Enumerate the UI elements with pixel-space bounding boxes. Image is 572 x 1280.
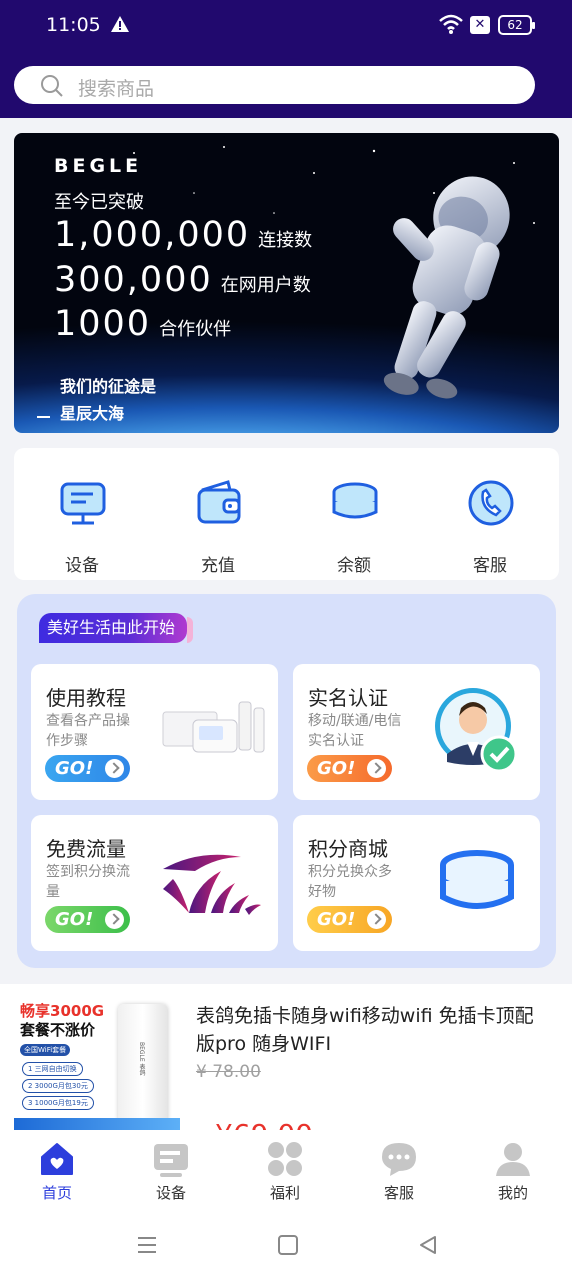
home-square-icon[interactable] <box>277 1234 299 1256</box>
tab-home[interactable]: 首页 <box>0 1130 114 1210</box>
tab-welfare[interactable]: 福利 <box>228 1130 342 1210</box>
quick-action-balance[interactable]: 余额 <box>286 448 422 580</box>
monitor-icon <box>60 482 106 525</box>
thumb-headline: 畅享3000G 套餐不涨价 <box>20 1002 105 1039</box>
stat-value: 300,000 <box>54 260 213 300</box>
carousel-indicator <box>37 416 50 418</box>
wifi-devices-illustration <box>162 701 265 753</box>
banner-slogan: 星辰大海 <box>60 404 125 423</box>
stat-label: 连接数 <box>258 230 313 251</box>
card-verification[interactable]: 实名认证 移动/联通/电信实名认证 GO! <box>293 664 540 800</box>
signal-waves-illustration <box>163 854 261 915</box>
arrow-right-icon <box>367 759 386 778</box>
user-icon <box>496 1143 530 1176</box>
quick-action-label: 客服 <box>473 556 507 576</box>
banner-stat: 300,000 在网用户数 <box>54 260 311 300</box>
card-tutorial[interactable]: 使用教程 查看各产品操作步骤 GO! <box>31 664 278 800</box>
banner-intro: 至今已突破 <box>54 192 144 213</box>
go-button[interactable]: GO! <box>45 906 130 933</box>
card-free-data[interactable]: 免费流量 签到积分换流量 GO! <box>31 815 278 951</box>
stat-value: 1000 <box>54 304 152 344</box>
tab-mine[interactable]: 我的 <box>456 1130 570 1210</box>
tab-label: 我的 <box>497 1184 528 1202</box>
arrow-right-icon <box>105 759 124 778</box>
arrow-right-icon <box>367 910 386 929</box>
card-title: 实名认证 <box>308 686 388 710</box>
product-old-price: ¥ 78.00 <box>196 1062 261 1082</box>
stat-value: 1,000,000 <box>54 215 251 255</box>
quick-action-service[interactable]: 客服 <box>422 448 558 580</box>
banner-slogan: 我们的征途是 <box>60 377 157 396</box>
card-points-mall[interactable]: 积分商城 积分兑换众多好物 GO! <box>293 815 540 951</box>
product-title: 表鸽免插卡随身wifi移动wifi 免插卡顶配版pro 随身WIFI <box>196 1005 534 1055</box>
arrow-right-icon <box>105 910 124 929</box>
tab-service[interactable]: 客服 <box>342 1130 456 1210</box>
usb-wifi-stick: BEGLE 表鸽 <box>118 1004 168 1128</box>
back-icon[interactable] <box>417 1234 439 1256</box>
coin-stack-illustration <box>440 850 514 909</box>
thumb-base <box>14 1118 180 1130</box>
thumb-line: 3 1000G月包19元 <box>22 1096 94 1110</box>
quick-action-device[interactable]: 设备 <box>14 448 150 580</box>
astronaut-illustration <box>383 176 510 399</box>
promo-section: 美好生活由此开始 使用教程 查看各产品操作步骤 GO! 实名认证 移动/联通/电… <box>17 594 556 968</box>
search-input[interactable]: 搜索商品 <box>14 66 535 104</box>
go-button[interactable]: GO! <box>307 906 392 933</box>
menu-icon[interactable] <box>136 1234 158 1256</box>
card-desc: 签到积分换流量 <box>46 864 130 900</box>
user-verified-illustration <box>435 688 517 773</box>
quick-action-label: 充值 <box>201 556 235 576</box>
banner-stat: 1000 合作伙伴 <box>54 304 231 344</box>
card-desc: 查看各产品操作步骤 <box>46 713 130 749</box>
quick-actions: 设备 充值 余额 客服 <box>14 448 559 580</box>
wallet-icon <box>197 480 241 524</box>
status-time: 11:05 <box>46 14 101 36</box>
product-price: ¥69.00 <box>215 1118 313 1130</box>
promo-tag: 美好生活由此开始 <box>39 613 194 643</box>
quick-action-label: 余额 <box>337 556 371 576</box>
card-desc: 积分兑换众多好物 <box>308 864 392 900</box>
tab-label: 福利 <box>269 1184 300 1202</box>
tab-label: 首页 <box>41 1184 72 1202</box>
system-navbar <box>0 1210 572 1280</box>
grid-icon <box>268 1142 302 1176</box>
go-button[interactable]: GO! <box>45 755 130 782</box>
battery-icon: 62 <box>498 15 535 35</box>
card-title: 使用教程 <box>46 686 126 710</box>
status-bar: 11:05 ✕ 62 <box>0 0 572 52</box>
card-title: 免费流量 <box>46 837 126 861</box>
quick-action-label: 设备 <box>65 556 99 576</box>
banner-stat: 1,000,000 连接数 <box>54 215 312 255</box>
search-placeholder: 搜索商品 <box>78 78 155 100</box>
device-icon <box>154 1144 188 1177</box>
product-thumbnail: 畅享3000G 套餐不涨价 全国WiFi套餐 1 三网自由切换 2 3000G月包… <box>14 984 180 1130</box>
stat-label: 合作伙伴 <box>159 319 232 340</box>
thumb-chip: 全国WiFi套餐 <box>20 1044 71 1056</box>
card-title: 积分商城 <box>308 837 388 861</box>
banner-logo: BEGLE <box>54 155 143 177</box>
thumb-line: 1 三网自由切换 <box>22 1062 83 1076</box>
tab-device[interactable]: 设备 <box>114 1130 228 1210</box>
home-icon <box>41 1143 73 1175</box>
chat-icon <box>382 1143 416 1176</box>
warning-icon <box>111 16 129 32</box>
tab-label: 设备 <box>155 1184 186 1202</box>
thumb-line: 2 3000G月包30元 <box>22 1079 94 1093</box>
tab-label: 客服 <box>383 1184 414 1202</box>
stat-label: 在网用户数 <box>220 275 311 296</box>
bottom-tabbar: 首页 设备 福利 客服 我的 <box>0 1130 572 1210</box>
hero-banner[interactable]: BEGLE 至今已突破 1,000,000 连接数 300,000 在网用户数 10… <box>14 133 559 433</box>
search-header: 搜索商品 <box>0 52 572 118</box>
product-item[interactable]: 畅享3000G 套餐不涨价 全国WiFi套餐 1 三网自由切换 2 3000G月包… <box>0 984 572 1130</box>
coin-stack-icon <box>332 482 378 519</box>
quick-action-recharge[interactable]: 充值 <box>150 448 286 580</box>
sim-off-icon: ✕ <box>470 16 490 34</box>
go-button[interactable]: GO! <box>307 755 392 782</box>
wifi-icon <box>439 14 463 34</box>
card-desc: 移动/联通/电信实名认证 <box>308 713 402 749</box>
search-icon <box>41 75 63 97</box>
phone-icon <box>468 480 514 526</box>
